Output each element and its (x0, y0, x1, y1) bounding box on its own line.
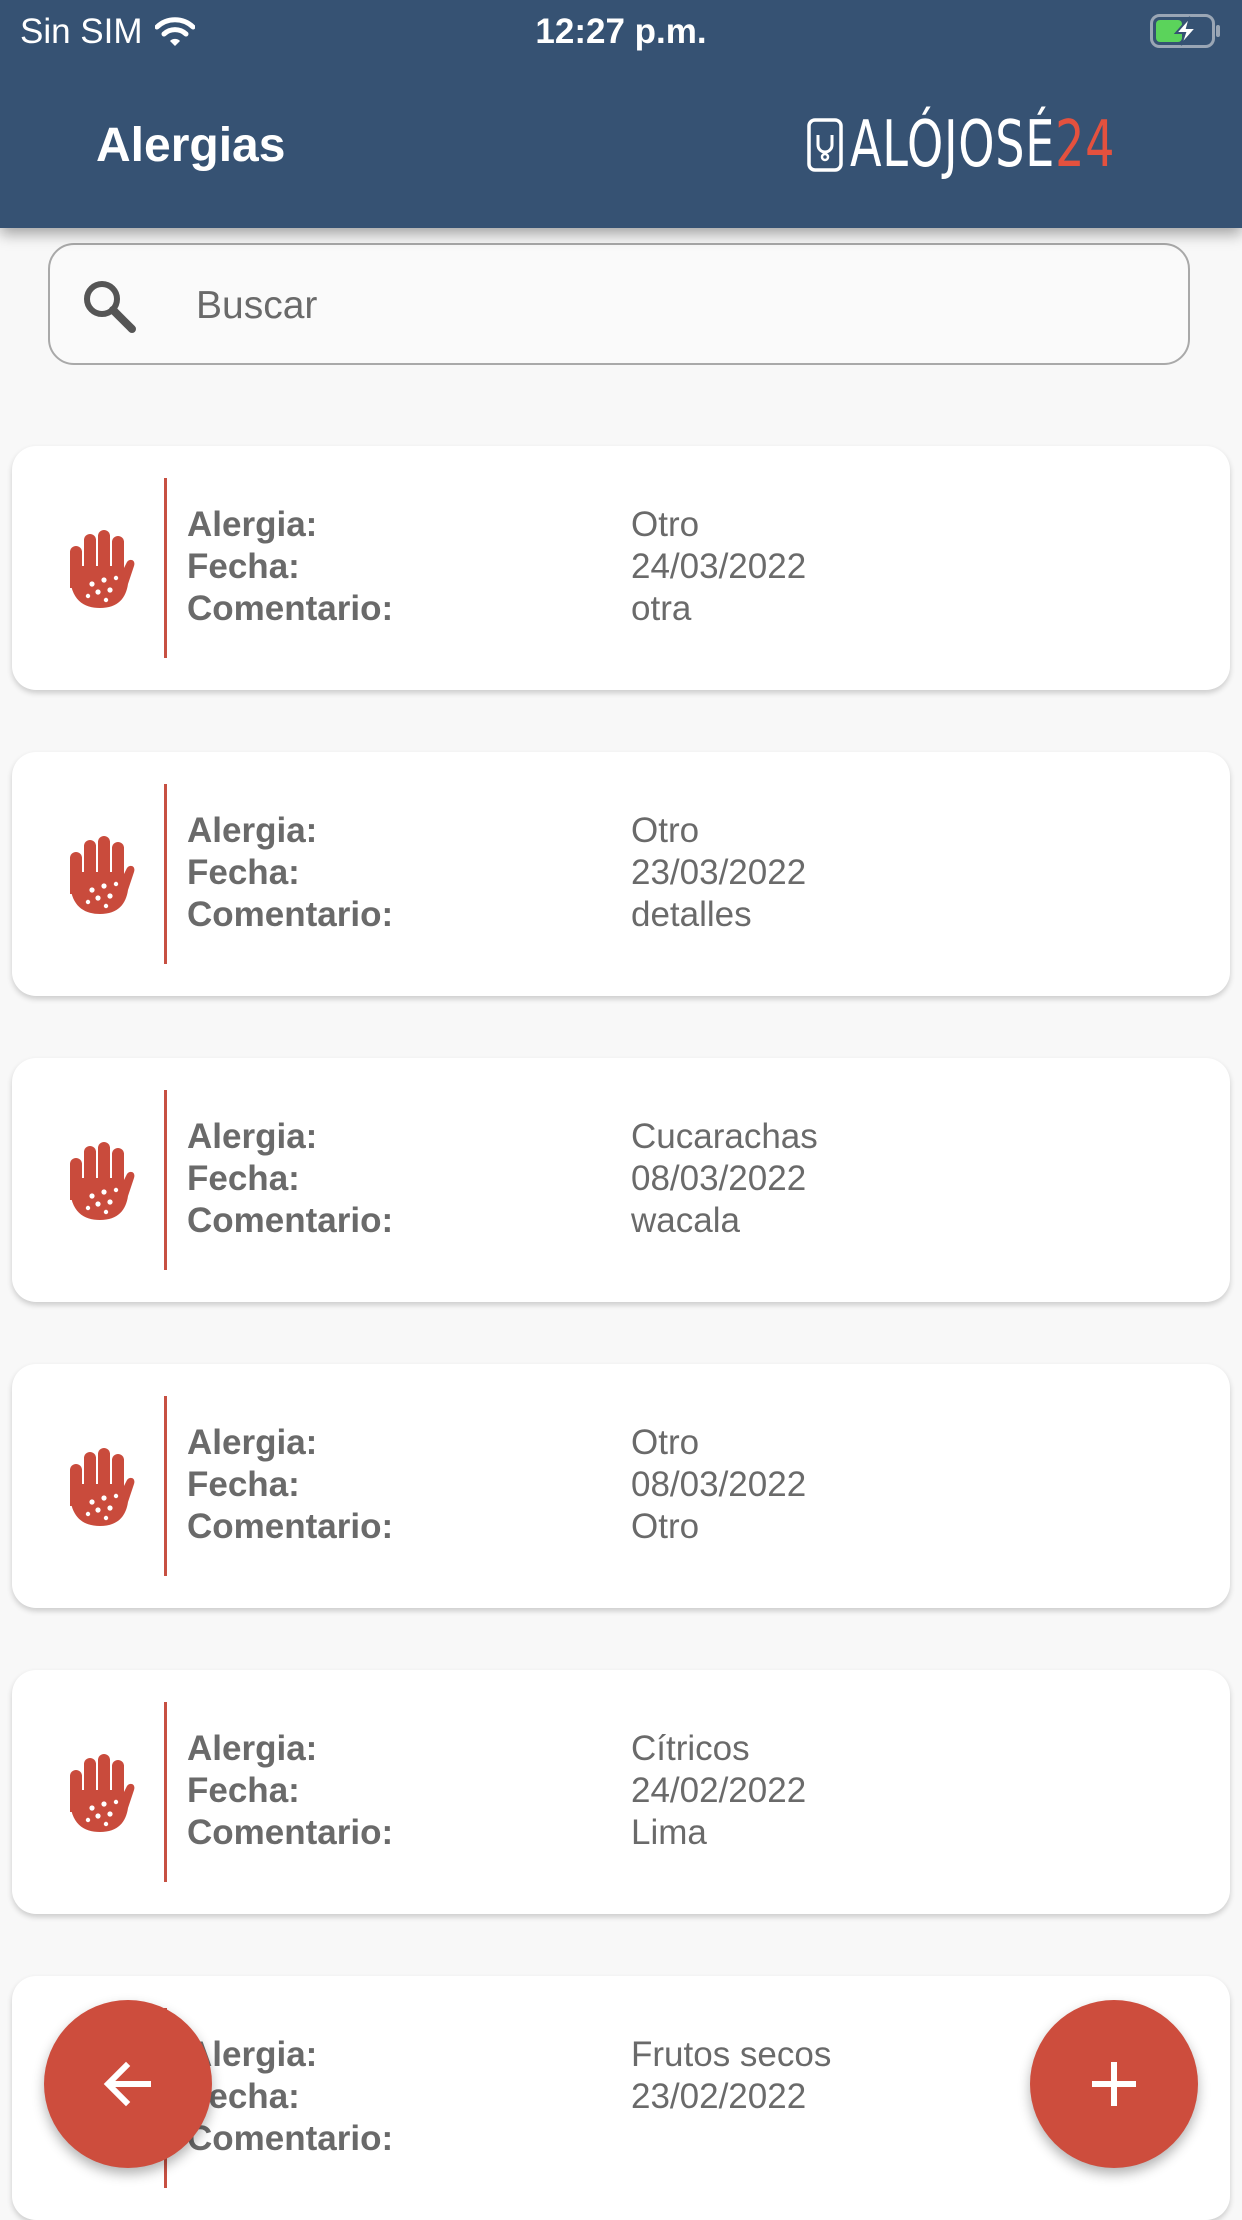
page-title: Alergias (96, 119, 286, 172)
date-label: Fecha: (187, 547, 300, 586)
date-label: Fecha: (187, 1771, 300, 1810)
allergy-hand-icon (70, 1142, 135, 1220)
comment-label: Comentario: (187, 2119, 394, 2158)
comment-value: detalles (631, 895, 752, 934)
allergy-label: Alergia: (187, 1729, 318, 1768)
allergy-label: Alergia: (187, 2035, 318, 2074)
card-divider (164, 1396, 167, 1576)
battery-charging-icon (1150, 14, 1220, 48)
allergy-hand-icon (70, 1448, 135, 1526)
allergy-label: Alergia: (187, 505, 318, 544)
date-value: 23/02/2022 (631, 2077, 807, 2116)
date-label: Fecha: (187, 853, 300, 892)
date-label: Fecha: (187, 2077, 300, 2116)
search-box[interactable] (48, 243, 1190, 365)
date-value: 23/03/2022 (631, 853, 807, 892)
date-value: 24/02/2022 (631, 1771, 807, 1810)
allergy-label: Alergia: (187, 811, 318, 850)
stethoscope-phone-icon (806, 118, 843, 172)
allergy-hand-icon (70, 836, 135, 914)
back-button[interactable] (44, 2000, 212, 2168)
search-input[interactable] (194, 271, 1158, 341)
date-label: Fecha: (187, 1159, 300, 1198)
comment-label: Comentario: (187, 1813, 394, 1852)
plus-icon (1092, 2062, 1136, 2106)
date-value: 08/03/2022 (631, 1465, 807, 1504)
logo-main-text: ALÓJOSÉ (849, 108, 1055, 182)
comment-label: Comentario: (187, 895, 394, 934)
date-label: Fecha: (187, 1465, 300, 1504)
comment-value: otra (631, 589, 692, 628)
date-value: 24/03/2022 (631, 547, 807, 586)
search-icon (84, 281, 136, 333)
allergy-value: Otro (631, 1423, 700, 1462)
comment-value: Lima (631, 1813, 707, 1852)
card-divider (164, 478, 167, 658)
add-allergy-button[interactable] (1030, 2000, 1198, 2168)
comment-label: Comentario: (187, 1507, 394, 1546)
allergy-card[interactable]: Alergia: Otro Fecha: 23/03/2022 Comentar… (12, 752, 1230, 996)
card-divider (164, 1090, 167, 1270)
card-divider (164, 1702, 167, 1882)
comment-value: Otro (631, 1507, 700, 1546)
allergy-card[interactable]: Alergia: Cítricos Fecha: 24/02/2022 Come… (12, 1670, 1230, 1914)
card-divider (164, 784, 167, 964)
allergy-value: Frutos secos (631, 2035, 832, 2074)
logo-number-text: 24 (1054, 108, 1115, 182)
allergy-value: Otro (631, 811, 700, 850)
brand-logo: ALÓJOSÉ24 (806, 108, 1218, 182)
allergy-card[interactable]: Alergia: Otro Fecha: 08/03/2022 Comentar… (12, 1364, 1230, 1608)
app-header: Sin SIM 12:27 p.m. Alergias ALÓJOSÉ24 (0, 0, 1242, 228)
comment-label: Comentario: (187, 589, 394, 628)
allergy-hand-icon (70, 530, 135, 608)
logo-text: ALÓJOSÉ24 (850, 108, 1115, 182)
status-time: 12:27 p.m. (535, 12, 707, 51)
allergy-label: Alergia: (187, 1423, 318, 1462)
allergy-value: Cítricos (631, 1729, 750, 1768)
comment-value: wacala (631, 1201, 740, 1240)
allergy-card[interactable]: Alergia: Otro Fecha: 24/03/2022 Comentar… (12, 446, 1230, 690)
arrow-left-icon (103, 2061, 151, 2107)
date-value: 08/03/2022 (631, 1159, 807, 1198)
allergy-card[interactable]: Alergia: Cucarachas Fecha: 08/03/2022 Co… (12, 1058, 1230, 1302)
comment-label: Comentario: (187, 1201, 394, 1240)
allergy-value: Cucarachas (631, 1117, 818, 1156)
allergy-value: Otro (631, 505, 700, 544)
allergy-hand-icon (70, 1754, 135, 1832)
allergy-label: Alergia: (187, 1117, 318, 1156)
